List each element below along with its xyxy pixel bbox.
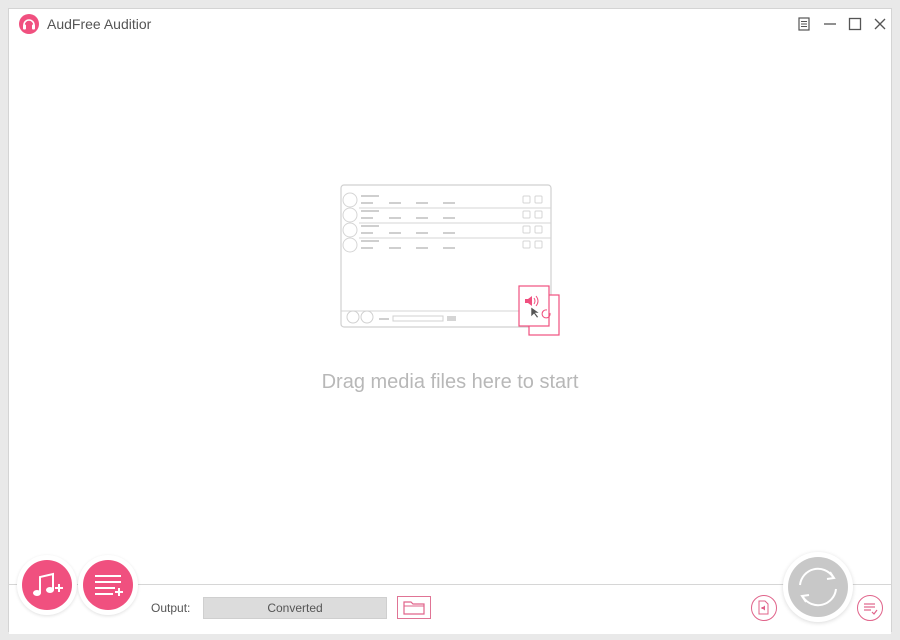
folder-icon [403, 601, 425, 615]
convert-button[interactable] [783, 552, 853, 622]
format-settings-button[interactable] [751, 595, 777, 621]
app-title: AudFree Auditior [47, 16, 152, 32]
converted-history-button[interactable] [857, 595, 883, 621]
audio-file-icon [758, 600, 769, 615]
open-folder-button[interactable] [397, 596, 431, 619]
output-label: Output: [151, 601, 191, 615]
add-music-button[interactable] [17, 555, 77, 615]
drop-hint-text: Drag media files here to start [321, 371, 579, 393]
add-playlist-icon [83, 560, 133, 610]
title-bar: AudFree Auditior [9, 9, 891, 39]
add-music-icon [22, 560, 72, 610]
convert-icon [788, 557, 848, 617]
app-window: AudFree Auditior Drag media files here t… [8, 8, 892, 634]
drop-illustration [339, 183, 569, 343]
app-logo-icon [19, 14, 39, 34]
minimize-icon[interactable] [819, 13, 841, 35]
add-playlist-button[interactable] [78, 555, 138, 615]
maximize-icon[interactable] [844, 13, 866, 35]
close-icon[interactable] [869, 13, 891, 35]
output-path-field[interactable]: Converted [203, 597, 387, 619]
history-list-icon [864, 603, 878, 615]
menu-icon[interactable] [793, 13, 815, 35]
drop-area[interactable]: Drag media files here to start [9, 39, 891, 584]
